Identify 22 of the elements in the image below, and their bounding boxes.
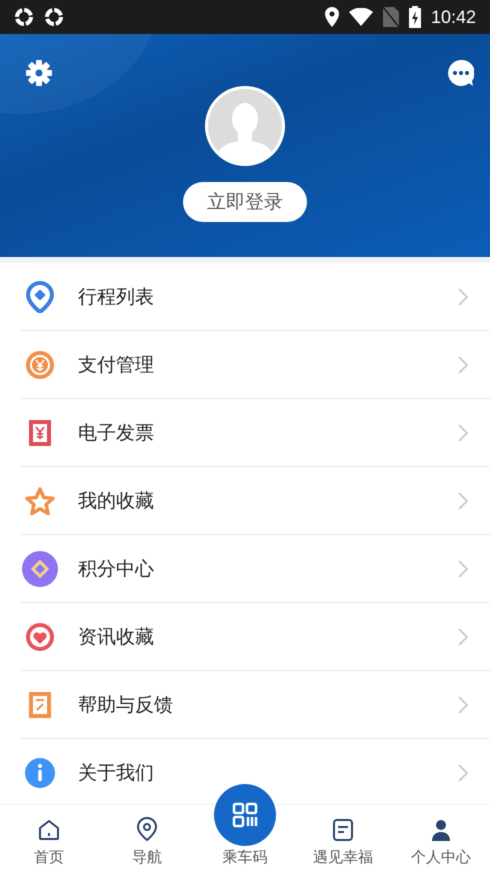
menu-label: 帮助与反馈 [78, 692, 174, 718]
login-button[interactable]: 立即登录 [183, 182, 307, 222]
menu-label: 电子发票 [78, 420, 155, 446]
menu-item[interactable]: 电子发票 [0, 399, 490, 467]
menu-label: 行程列表 [78, 284, 155, 310]
status-time: 10:42 [430, 6, 476, 28]
menu-item[interactable]: 行程列表 [0, 263, 490, 331]
menu-label: 关于我们 [78, 760, 155, 786]
nav-tab[interactable]: 乘车码 [196, 779, 294, 871]
menu-item[interactable]: 我的收藏 [0, 467, 490, 535]
menu-label: 支付管理 [78, 352, 155, 378]
menu-item[interactable]: 支付管理 [0, 331, 490, 399]
menu-label: 资讯收藏 [78, 624, 155, 650]
menu-label: 积分中心 [78, 556, 155, 582]
nav-tab[interactable]: 个人中心 [392, 805, 490, 871]
menu-item[interactable]: 资讯收藏 [0, 603, 490, 671]
menu-item[interactable]: 积分中心 [0, 535, 490, 603]
menu-label: 我的收藏 [78, 488, 155, 514]
nav-tab[interactable]: 遇见幸福 [294, 805, 392, 871]
nav-tab[interactable]: 首页 [0, 805, 98, 871]
nav-tab[interactable]: 导航 [98, 805, 196, 871]
menu-item[interactable]: 帮助与反馈 [0, 671, 490, 739]
